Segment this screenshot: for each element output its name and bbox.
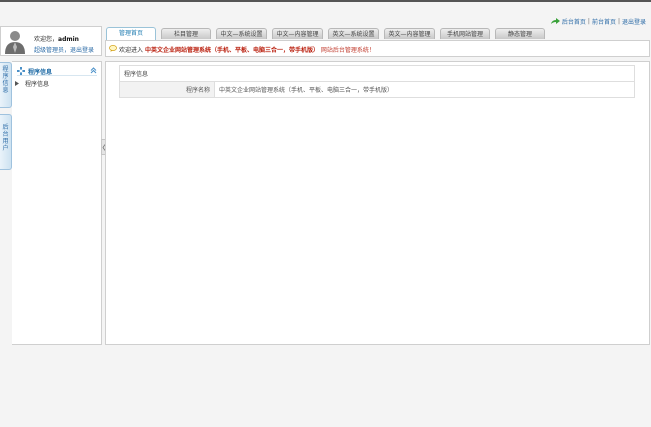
speech-bubble-icon	[109, 45, 117, 52]
tab-mobile-site[interactable]: 手机网站管理	[440, 28, 490, 39]
left-nav-item-program-info[interactable]: 程序信息	[15, 79, 49, 88]
top-links: 后台首页 | 前台首页 | 退出登录	[550, 16, 646, 26]
admin-home-link[interactable]: 后台首页	[562, 17, 586, 26]
user-links: 超级管理员，退出登录	[34, 45, 94, 54]
green-arrow-icon	[550, 18, 560, 24]
user-panel: 欢迎您，admin 超级管理员，退出登录	[0, 26, 102, 56]
tab-column-management[interactable]: 栏目管理	[161, 28, 211, 39]
left-nav-item-label: 程序信息	[25, 81, 50, 88]
main-content-panel: 程序信息 程序名称 中英文企业网站管理系统（手机、平板、电脑三合一，带手机版）	[105, 61, 650, 345]
tab-en-system-settings[interactable]: 英文—系统设置	[328, 28, 379, 39]
user-avatar-icon	[5, 31, 25, 54]
left-nav-header: 程序信息	[17, 66, 97, 76]
side-tab-admin-users-label: 后台用户	[2, 124, 9, 152]
user-logout-link[interactable]: 退出登录	[70, 47, 94, 54]
separator: |	[587, 17, 590, 25]
logout-link[interactable]: 退出登录	[622, 17, 646, 26]
welcome-bar: 欢迎进入 中英文企业网站管理系统（手机、平板、电脑三合一，带手机版） 网站后台管…	[105, 40, 650, 57]
left-nav-panel: 程序信息 程序信息	[12, 61, 102, 345]
welcome-prefix: 欢迎您，	[34, 36, 59, 43]
table-caption-row: 程序信息	[119, 65, 635, 82]
tab-static-management[interactable]: 静态管理	[495, 28, 545, 39]
top-border	[0, 0, 651, 2]
tab-cn-content-management[interactable]: 中文—内容管理	[272, 28, 323, 39]
side-tab-program-info-label: 程序信息	[2, 66, 9, 94]
plus-cross-icon	[17, 67, 25, 75]
side-tab-program-info[interactable]: 程序信息	[0, 62, 12, 108]
program-info-table: 程序信息 程序名称 中英文企业网站管理系统（手机、平板、电脑三合一，带手机版）	[119, 65, 635, 98]
separator: |	[617, 17, 620, 25]
tab-en-content-management[interactable]: 英文—内容管理	[384, 28, 435, 39]
double-chevron-up-icon[interactable]	[90, 67, 97, 74]
program-name-value: 中英文企业网站管理系统（手机、平板、电脑三合一，带手机版）	[214, 81, 635, 98]
table-caption: 程序信息	[119, 65, 635, 82]
tab-cn-system-settings[interactable]: 中文—系统设置	[216, 28, 267, 39]
system-name: 中英文企业网站管理系统（手机、平板、电脑三合一，带手机版）	[144, 47, 319, 54]
welcome-text: 欢迎您，admin	[34, 34, 79, 43]
username: admin	[58, 36, 79, 43]
table-row: 程序名称 中英文企业网站管理系统（手机、平板、电脑三合一，带手机版）	[119, 81, 635, 98]
front-home-link[interactable]: 前台首页	[592, 17, 616, 26]
triangle-right-icon	[15, 81, 19, 86]
side-tab-admin-users[interactable]: 后台用户	[0, 114, 12, 170]
left-nav-heading: 程序信息	[28, 69, 53, 76]
program-name-label: 程序名称	[119, 81, 215, 98]
role-link[interactable]: 超级管理员	[34, 47, 64, 54]
tab-home[interactable]: 管理首页	[106, 27, 156, 40]
welcome-message: 欢迎进入 中英文企业网站管理系统（手机、平板、电脑三合一，带手机版） 网站后台管…	[119, 45, 375, 54]
main-tabs: 管理首页 栏目管理 中文—系统设置 中文—内容管理 英文—系统设置 英文—内容管…	[106, 27, 550, 40]
welcome-bar-suffix: 网站后台管理系统！	[320, 47, 375, 54]
welcome-bar-prefix: 欢迎进入	[119, 47, 144, 54]
